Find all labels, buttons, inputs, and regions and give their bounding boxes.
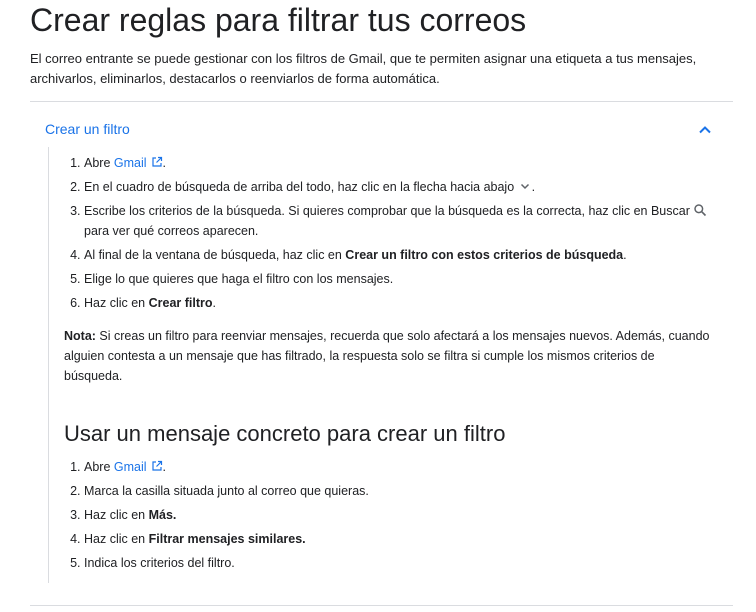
external-link-icon[interactable]	[151, 460, 163, 472]
list-item: Indica los criterios del filtro.	[84, 553, 734, 573]
section-heading-mensaje-concreto: Usar un mensaje concreto para crear un f…	[64, 421, 506, 446]
search-icon	[694, 204, 707, 217]
list-item: Elige lo que quieres que haga el filtro …	[84, 269, 734, 289]
accordion-toggle-crear-filtro[interactable]: Crear un filtro	[45, 119, 130, 139]
bottom-divider	[30, 605, 733, 606]
list-item: Haz clic en Filtrar mensajes similares.	[84, 529, 734, 549]
chevron-down-icon	[520, 183, 529, 190]
steps-list-mensaje-concreto: Abre Gmail. Marca la casilla situada jun…	[64, 457, 734, 577]
list-item: Marca la casilla situada junto al correo…	[84, 481, 734, 501]
note-paragraph: Nota: Si creas un filtro para reenviar m…	[64, 329, 710, 383]
intro-paragraph: El correo entrante se puede gestionar co…	[30, 51, 697, 86]
list-item: Abre Gmail.	[84, 153, 734, 173]
top-divider	[30, 101, 733, 102]
help-article: Crear reglas para filtrar tus correos El…	[0, 0, 756, 612]
chevron-up-icon[interactable]	[697, 122, 713, 138]
gmail-link[interactable]: Gmail	[114, 460, 147, 474]
list-item: En el cuadro de búsqueda de arriba del t…	[84, 177, 734, 197]
list-item: Escribe los criterios de la búsqueda. Si…	[84, 201, 734, 241]
note-label: Nota:	[64, 329, 96, 343]
page-title: Crear reglas para filtrar tus correos	[30, 2, 527, 38]
list-item: Haz clic en Crear filtro.	[84, 293, 734, 313]
list-item: Abre Gmail.	[84, 457, 734, 477]
accordion-content-border	[48, 147, 49, 583]
list-item: Haz clic en Más.	[84, 505, 734, 525]
steps-list-crear-filtro: Abre Gmail. En el cuadro de búsqueda de …	[64, 153, 734, 317]
external-link-icon[interactable]	[151, 156, 163, 168]
gmail-link[interactable]: Gmail	[114, 156, 147, 170]
list-item: Al final de la ventana de búsqueda, haz …	[84, 245, 734, 265]
